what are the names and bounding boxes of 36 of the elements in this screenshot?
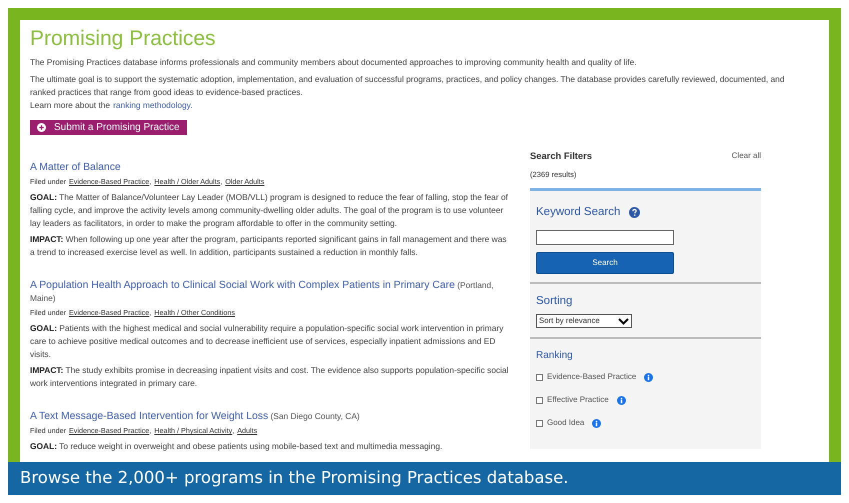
ranking-checkbox[interactable] xyxy=(536,396,543,404)
ranking-option-label: Evidence-Based Practice xyxy=(547,371,636,383)
plus-circle-icon xyxy=(37,123,46,132)
practice-description: GOAL: To reduce weight in overweight and obese patients using mobile-based text and multimedia messaging. xyxy=(30,440,444,453)
ranking-option-label: Good Idea xyxy=(547,417,584,429)
practice-description: IMPACT: When following up one year after the program, participants reported significant gains in fall management and there was a trend to increased exercise level as well. In addition, participants sustained a reduction in monthly falls. xyxy=(30,233,508,259)
practice-description: IMPACT: The study exhibits promise in decreasing inpatient visits and cost. The evidence also supports population-specific social work interventions integrated in primary care. xyxy=(30,364,510,390)
practice-heading: A Text Message-Based Intervention for Weight Loss (San Diego County, CA) xyxy=(30,410,361,423)
ranking-option-label: Effective Practice xyxy=(547,394,609,406)
info-icon[interactable] xyxy=(644,372,654,382)
practice-description: GOAL: The Matter of Balance/Volunteer Lay Leader (MOB/VLL) program is designed to reduce the fear of falling, stop the fear of falling cycle, and improve the activity levels among community-dwelling older adults. The goal of the program is to use volunteer lay leaders as facilitators, in order to make the program affordable to offer in the community setting. xyxy=(30,191,509,230)
practice-title-link[interactable]: A Matter of Balance xyxy=(30,162,121,173)
info-icon[interactable] xyxy=(592,418,602,428)
search-button[interactable]: Search xyxy=(536,252,674,274)
goal-text: The ultimate goal is to support the systematic adoption, implementation, and evaluation of successful programs, practices, and policy changes. The database provides carefully reviewed, documented, and ranked practices that range from good ideas to evidence-based practices. xyxy=(30,73,786,99)
info-icon[interactable] xyxy=(616,396,626,404)
practice-heading: A Population Health Approach to Clinical Social Work with Complex Patients in Primary Care (Portland, Maine) xyxy=(30,279,495,305)
search-filters-heading: Search Filters xyxy=(530,149,592,163)
caption-text: Browse the 2,000+ programs in the Promising Practices database. xyxy=(20,467,569,490)
learn-more-text: Learn more about the xyxy=(30,99,110,112)
practice-title-link[interactable]: A Population Health Approach to Clinical Social Work with Complex Patients in Primary Care xyxy=(30,280,455,291)
ranking-heading: Ranking xyxy=(536,349,574,363)
ranking-checkbox[interactable] xyxy=(536,420,543,426)
page-title: Promising Practices xyxy=(30,26,217,52)
intro-text: The Promising Practices database informs professionals and community members about documented approaches to improving community health and quality of life. xyxy=(30,56,638,68)
submit-practice-button[interactable]: Submit a Promising Practice xyxy=(30,120,187,135)
keyword-input[interactable] xyxy=(536,230,674,245)
ranking-methodology-link[interactable]: ranking methodology. xyxy=(113,99,193,112)
keyword-search-heading: Keyword Search xyxy=(536,204,620,220)
sorting-heading: Sorting xyxy=(536,294,574,309)
chevron-down-icon xyxy=(618,318,629,324)
practice-title-link[interactable]: A Text Message-Based Intervention for Weight Loss xyxy=(30,411,268,422)
ranking-checkbox[interactable] xyxy=(536,374,543,380)
clear-all-link[interactable]: Clear all xyxy=(732,150,761,162)
help-icon[interactable] xyxy=(629,206,640,218)
practice-description: GOAL: Patients with the highest medical and social vulnerability require a population-specific social work intervention in primary care to achieve positive medical outcomes and to decrease inefficient use of services, especially inpatient admissions and ED visits. xyxy=(30,322,504,361)
